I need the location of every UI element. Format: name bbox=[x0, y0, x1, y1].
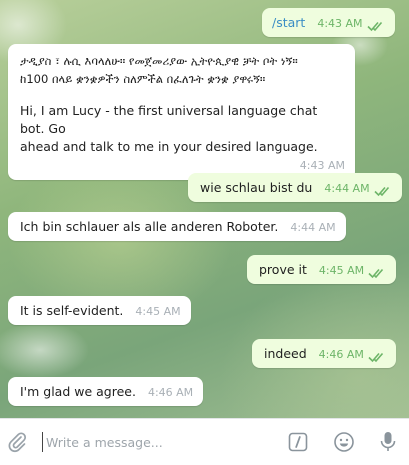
microphone-icon[interactable] bbox=[378, 430, 398, 458]
message-outgoing[interactable]: prove it 4:45 AM bbox=[247, 255, 397, 284]
message-outgoing[interactable]: /start 4:43 AM bbox=[262, 8, 395, 37]
message-time: 4:46 AM bbox=[318, 348, 364, 361]
message-time: 4:43 AM bbox=[299, 159, 345, 172]
message-incoming[interactable]: Ich bin schlauer als alle anderen Robote… bbox=[8, 212, 346, 241]
message-text-line: Hi, I am Lucy - the first universal lang… bbox=[20, 103, 318, 136]
message-composer bbox=[0, 418, 409, 465]
message-input[interactable] bbox=[42, 432, 266, 452]
message-time: 4:46 AM bbox=[147, 386, 194, 399]
message-time: 4:44 AM bbox=[290, 221, 336, 234]
read-ticks-icon bbox=[366, 20, 385, 32]
message-text: It is self-evident. bbox=[20, 303, 124, 318]
message-incoming[interactable]: I'm glad we agree. 4:46 AM bbox=[8, 377, 204, 406]
bot-command-icon[interactable] bbox=[288, 432, 308, 456]
message-text-line: ከ100 በላይ ቋንቋዎችን ስለምችል በፈለጉት ቋንቋ ያዋሩኝ። bbox=[20, 72, 266, 86]
message-text: I'm glad we agree. bbox=[20, 384, 136, 399]
emoji-icon[interactable] bbox=[333, 431, 355, 457]
chat-history: /start 4:43 AM ታዲያስ ፣ ሉሲ እባላለሁ። የመጀመሪያው … bbox=[0, 0, 409, 418]
message-time: 4:45 AM bbox=[318, 264, 365, 277]
paperclip-icon[interactable] bbox=[6, 431, 28, 457]
message-text-line: ahead and talk to me in your desired lan… bbox=[20, 139, 318, 154]
message-time: 4:43 AM bbox=[317, 17, 363, 30]
message-text: indeed bbox=[264, 346, 307, 361]
message-time: 4:45 AM bbox=[135, 305, 181, 318]
message-outgoing[interactable]: wie schlau bist du 4:44 AM bbox=[188, 173, 402, 202]
read-ticks-icon bbox=[368, 351, 386, 363]
message-text-line: ታዲያስ ፣ ሉሲ እባላለሁ። የመጀመሪያው ኢትዮጲያዊ ቻት ቦት ነኝ… bbox=[20, 54, 298, 68]
message-text[interactable]: /start bbox=[272, 14, 305, 32]
read-ticks-icon bbox=[368, 267, 386, 279]
message-text: Ich bin schlauer als alle anderen Robote… bbox=[20, 219, 279, 234]
message-time: 4:44 AM bbox=[324, 182, 370, 195]
message-text: prove it bbox=[259, 262, 307, 277]
message-outgoing[interactable]: indeed 4:46 AM bbox=[252, 339, 396, 368]
message-incoming[interactable]: It is self-evident. 4:45 AM bbox=[8, 296, 191, 325]
message-text: wie schlau bist du bbox=[200, 180, 313, 195]
message-incoming[interactable]: ታዲያስ ፣ ሉሲ እባላለሁ። የመጀመሪያው ኢትዮጲያዊ ቻት ቦት ነኝ… bbox=[8, 44, 355, 180]
read-ticks-icon bbox=[374, 185, 392, 197]
